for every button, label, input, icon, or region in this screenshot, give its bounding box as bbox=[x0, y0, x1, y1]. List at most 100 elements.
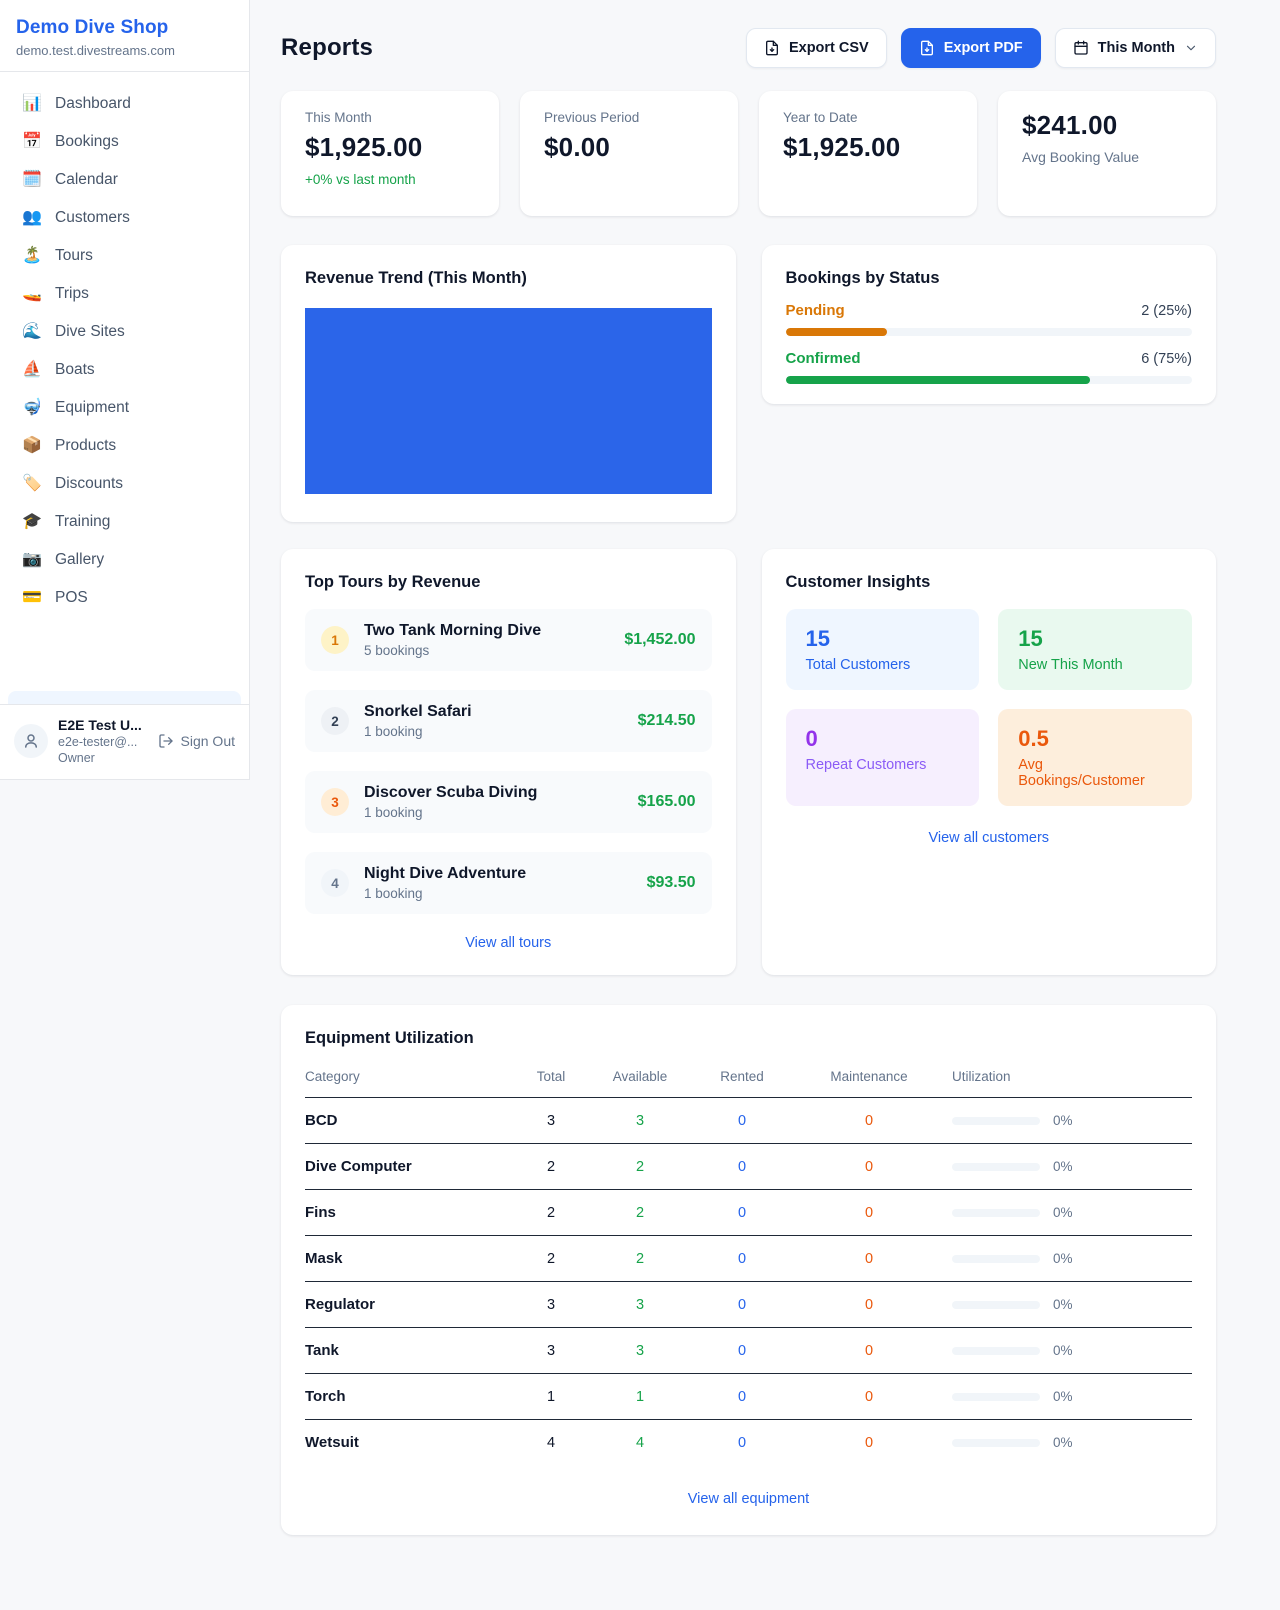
nav-item-label: Dive Sites bbox=[55, 323, 125, 341]
col-header-utilization: Utilization bbox=[937, 1069, 1192, 1084]
view-all-tours-link[interactable]: View all tours bbox=[305, 935, 712, 951]
charts-row: Revenue Trend (This Month) Bookings by S… bbox=[281, 245, 1216, 522]
insight-tile: 0 Repeat Customers bbox=[786, 709, 980, 806]
tour-list-item[interactable]: 2 Snorkel Safari 1 booking $214.50 bbox=[305, 690, 712, 752]
tour-revenue: $214.50 bbox=[638, 712, 696, 730]
user-info: E2E Test U... e2e-tester@... Owner bbox=[58, 717, 142, 765]
stat-card-avg-booking-value: $241.00 Avg Booking Value bbox=[998, 91, 1216, 216]
utilization-track bbox=[952, 1439, 1040, 1447]
status-label: Confirmed bbox=[786, 350, 861, 367]
export-csv-label: Export CSV bbox=[789, 40, 869, 56]
period-dropdown[interactable]: This Month bbox=[1055, 28, 1216, 68]
logout-icon bbox=[158, 733, 174, 749]
sidebar: Demo Dive Shop demo.test.divestreams.com… bbox=[0, 0, 250, 780]
cell-category: Fins bbox=[305, 1204, 505, 1221]
active-nav-highlight-partial[interactable] bbox=[8, 691, 241, 704]
sign-out-label: Sign Out bbox=[181, 733, 235, 749]
sidebar-nav-item[interactable]: 👥 Customers bbox=[8, 199, 241, 237]
utilization-track bbox=[952, 1209, 1040, 1217]
table-row: Fins 2 2 0 0 0% bbox=[305, 1190, 1192, 1236]
insight-label: Repeat Customers bbox=[806, 757, 960, 773]
utilization-percent: 0% bbox=[1053, 1205, 1073, 1220]
cell-maintenance: 0 bbox=[801, 1389, 937, 1405]
nav-item-label: POS bbox=[55, 589, 88, 607]
shop-domain: demo.test.divestreams.com bbox=[16, 43, 233, 58]
sidebar-nav-item[interactable]: 📷 Gallery bbox=[8, 541, 241, 579]
calendar-icon bbox=[1073, 40, 1089, 56]
stat-card-this-month: This Month $1,925.00 +0% vs last month bbox=[281, 91, 499, 216]
table-row: Regulator 3 3 0 0 0% bbox=[305, 1282, 1192, 1328]
revenue-trend-title: Revenue Trend (This Month) bbox=[305, 269, 712, 288]
revenue-trend-card: Revenue Trend (This Month) bbox=[281, 245, 736, 522]
export-csv-button[interactable]: Export CSV bbox=[746, 28, 887, 68]
utilization-track bbox=[952, 1255, 1040, 1263]
nav-item-icon: 👥 bbox=[22, 210, 42, 226]
sidebar-nav-item[interactable]: 📦 Products bbox=[8, 427, 241, 465]
cell-category: Mask bbox=[305, 1250, 505, 1267]
cell-utilization: 0% bbox=[937, 1113, 1192, 1128]
file-download-icon bbox=[764, 40, 780, 56]
tour-list-item[interactable]: 4 Night Dive Adventure 1 booking $93.50 bbox=[305, 852, 712, 914]
cell-maintenance: 0 bbox=[801, 1343, 937, 1359]
utilization-percent: 0% bbox=[1053, 1251, 1073, 1266]
sidebar-nav-item[interactable]: 🏷️ Discounts bbox=[8, 465, 241, 503]
view-all-equipment-link[interactable]: View all equipment bbox=[305, 1491, 1192, 1507]
top-tours-title: Top Tours by Revenue bbox=[305, 573, 712, 592]
utilization-track bbox=[952, 1301, 1040, 1309]
status-progress-fill bbox=[786, 328, 888, 336]
sidebar-nav-item[interactable]: ⛵ Boats bbox=[8, 351, 241, 389]
utilization-percent: 0% bbox=[1053, 1297, 1073, 1312]
revenue-trend-chart bbox=[305, 308, 712, 494]
customer-insights-card: Customer Insights 15 Total Customers 15 … bbox=[762, 549, 1217, 975]
avatar bbox=[14, 724, 48, 758]
sign-out-button[interactable]: Sign Out bbox=[158, 733, 235, 749]
stat-value: $1,925.00 bbox=[305, 132, 475, 163]
tour-list-item[interactable]: 3 Discover Scuba Diving 1 booking $165.0… bbox=[305, 771, 712, 833]
view-all-customers-link[interactable]: View all customers bbox=[786, 830, 1193, 846]
cell-rented: 0 bbox=[683, 1159, 801, 1175]
nav-item-label: Boats bbox=[55, 361, 95, 379]
stat-card-previous-period: Previous Period $0.00 bbox=[520, 91, 738, 216]
tour-name: Two Tank Morning Dive bbox=[364, 622, 541, 640]
customer-insights-title: Customer Insights bbox=[786, 573, 1193, 592]
cell-category: Wetsuit bbox=[305, 1434, 505, 1451]
utilization-percent: 0% bbox=[1053, 1389, 1073, 1404]
person-icon bbox=[22, 732, 40, 750]
nav-item-label: Discounts bbox=[55, 475, 123, 493]
nav-item-icon: 💳 bbox=[22, 590, 42, 606]
cell-maintenance: 0 bbox=[801, 1205, 937, 1221]
nav-item-icon: 🗓️ bbox=[22, 172, 42, 188]
cell-rented: 0 bbox=[683, 1435, 801, 1451]
cell-category: Torch bbox=[305, 1388, 505, 1405]
sidebar-nav-item[interactable]: 🌊 Dive Sites bbox=[8, 313, 241, 351]
sidebar-nav-item[interactable]: 📊 Dashboard bbox=[8, 85, 241, 123]
col-header-maintenance: Maintenance bbox=[801, 1069, 937, 1084]
sidebar-nav-item[interactable]: 🏝️ Tours bbox=[8, 237, 241, 275]
cell-total: 4 bbox=[505, 1435, 597, 1451]
sidebar-nav-item[interactable]: 🤿 Equipment bbox=[8, 389, 241, 427]
col-header-category: Category bbox=[305, 1069, 505, 1084]
export-pdf-button[interactable]: Export PDF bbox=[901, 28, 1041, 68]
status-progress-fill bbox=[786, 376, 1091, 384]
sidebar-nav-item[interactable]: 🚤 Trips bbox=[8, 275, 241, 313]
tour-name: Night Dive Adventure bbox=[364, 865, 526, 883]
period-label: This Month bbox=[1098, 40, 1175, 56]
cell-maintenance: 0 bbox=[801, 1251, 937, 1267]
tour-list-item[interactable]: 1 Two Tank Morning Dive 5 bookings $1,45… bbox=[305, 609, 712, 671]
stat-label: Year to Date bbox=[783, 110, 953, 125]
tour-revenue: $1,452.00 bbox=[624, 631, 695, 649]
file-download-icon bbox=[919, 40, 935, 56]
sidebar-nav-item[interactable]: 🗓️ Calendar bbox=[8, 161, 241, 199]
sidebar-nav-item[interactable]: 🎓 Training bbox=[8, 503, 241, 541]
nav-item-label: Tours bbox=[55, 247, 93, 265]
sidebar-nav-item[interactable]: 💳 POS bbox=[8, 579, 241, 617]
status-label: Pending bbox=[786, 302, 845, 319]
cell-available: 3 bbox=[597, 1297, 683, 1313]
col-header-total: Total bbox=[505, 1069, 597, 1084]
status-progress-track bbox=[786, 376, 1193, 384]
cell-total: 3 bbox=[505, 1297, 597, 1313]
insights-row: Top Tours by Revenue 1 Two Tank Morning … bbox=[281, 549, 1216, 975]
top-tours-card: Top Tours by Revenue 1 Two Tank Morning … bbox=[281, 549, 736, 975]
utilization-percent: 0% bbox=[1053, 1113, 1073, 1128]
sidebar-nav-item[interactable]: 📅 Bookings bbox=[8, 123, 241, 161]
